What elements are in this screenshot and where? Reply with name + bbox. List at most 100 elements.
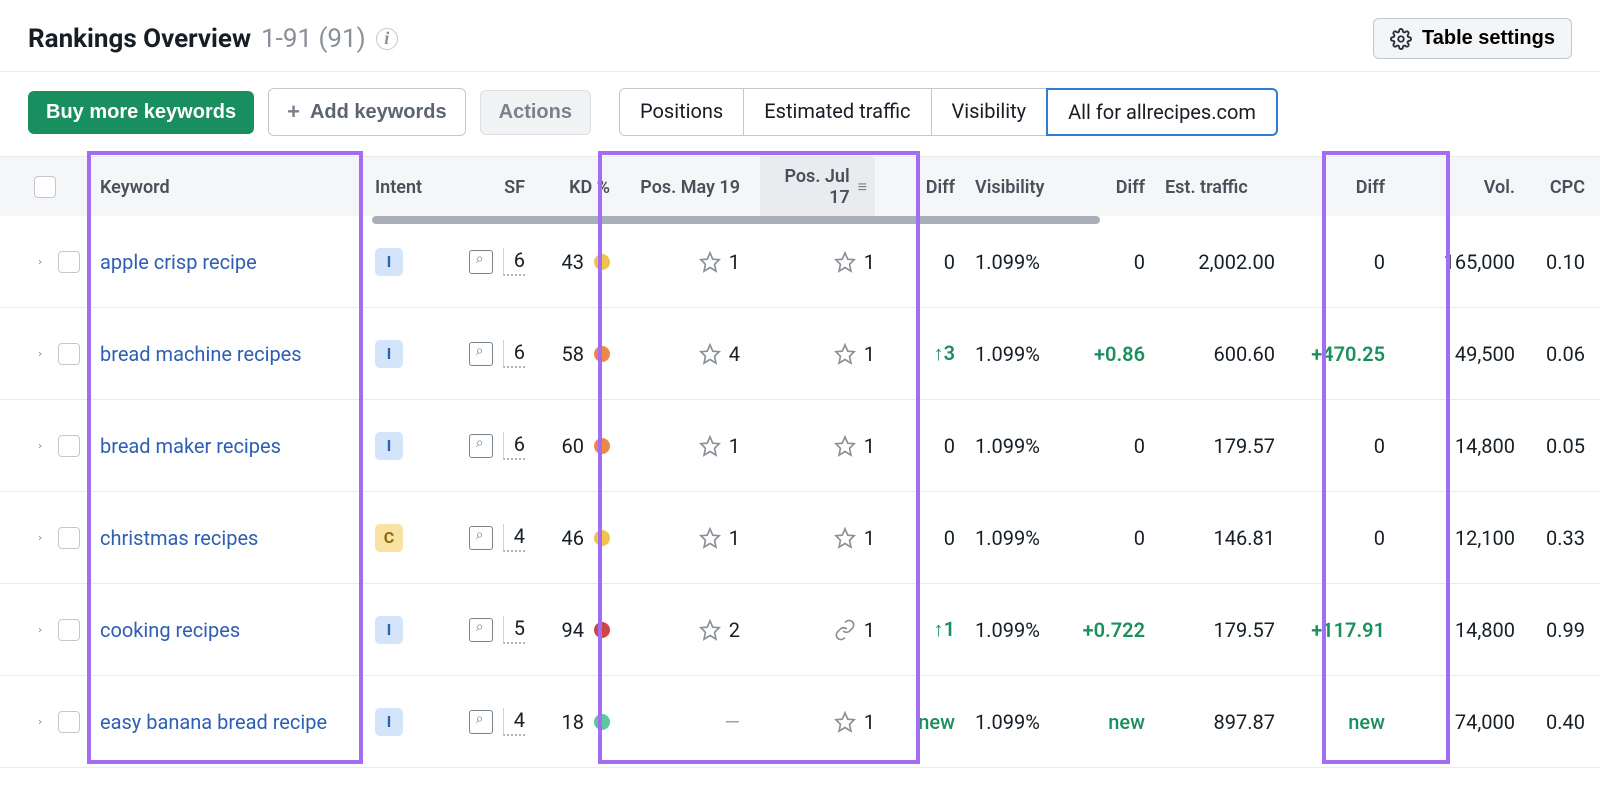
visibility-value: 1.099%	[965, 618, 1065, 642]
keyword-link[interactable]: bread maker recipes	[100, 434, 281, 458]
chevron-right-icon[interactable]	[36, 347, 44, 361]
table-row: christmas recipes C 4 46 1 1 0 1.099% 0 …	[0, 492, 1600, 584]
chevron-right-icon[interactable]	[36, 531, 44, 545]
chevron-right-icon[interactable]	[36, 255, 44, 269]
chevron-right-icon[interactable]	[36, 623, 44, 637]
col-visibility[interactable]: Visibility	[965, 157, 1065, 217]
kd-dot-icon	[594, 254, 610, 270]
chevron-right-icon[interactable]	[36, 439, 44, 453]
position-jul17: 1	[750, 526, 885, 550]
table-row: bread machine recipes I 6 58 4 1 ↑3 1.09…	[0, 308, 1600, 400]
keyword-link[interactable]: bread machine recipes	[100, 342, 302, 366]
col-kd[interactable]: KD %	[535, 157, 620, 217]
kd-dot-icon	[594, 622, 610, 638]
col-intent[interactable]: Intent	[365, 157, 435, 217]
kd-dot-icon	[594, 438, 610, 454]
col-diff-pos[interactable]: Diff	[885, 157, 965, 217]
diff-visibility: 0	[1134, 250, 1145, 274]
info-icon[interactable]: i	[376, 28, 398, 50]
kd-value: 58	[562, 342, 584, 366]
kd-value: 46	[562, 526, 584, 550]
diff-visibility: +0.722	[1083, 618, 1145, 642]
intent-badge: I	[375, 708, 403, 736]
position-may19: 2	[620, 618, 750, 642]
cpc-value: 0.06	[1525, 342, 1595, 366]
position-may19: 1	[620, 250, 750, 274]
row-checkbox[interactable]	[58, 527, 80, 549]
position-jul17: 1	[750, 250, 885, 274]
volume-value: 165,000	[1395, 250, 1525, 274]
tab-positions[interactable]: Positions	[619, 88, 744, 136]
cpc-value: 0.05	[1525, 434, 1595, 458]
horizontal-scrollbar[interactable]	[372, 216, 1100, 224]
col-pos-jul17[interactable]: Pos. Jul 17≡	[750, 157, 885, 217]
intent-badge: I	[375, 616, 403, 644]
row-checkbox[interactable]	[58, 343, 80, 365]
intent-badge: I	[375, 340, 403, 368]
col-diff-est[interactable]: Diff	[1285, 157, 1395, 217]
volume-value: 74,000	[1395, 710, 1525, 734]
est-traffic-value: 2,002.00	[1155, 250, 1285, 274]
row-checkbox[interactable]	[58, 619, 80, 641]
row-checkbox[interactable]	[58, 251, 80, 273]
serp-features-icon[interactable]	[469, 342, 493, 366]
row-checkbox[interactable]	[58, 435, 80, 457]
serp-features-icon[interactable]	[469, 250, 493, 274]
diff-visibility: +0.86	[1094, 342, 1145, 366]
kd-value: 94	[562, 618, 584, 642]
keyword-link[interactable]: apple crisp recipe	[100, 250, 257, 274]
diff-visibility: new	[1108, 710, 1145, 734]
serp-features-icon[interactable]	[469, 434, 493, 458]
add-keywords-button[interactable]: +Add keywords	[268, 88, 466, 136]
tab-estimated-traffic[interactable]: Estimated traffic	[743, 88, 931, 136]
sf-count: 6	[503, 340, 525, 368]
visibility-value: 1.099%	[965, 710, 1065, 734]
buy-more-keywords-button[interactable]: Buy more keywords	[28, 91, 254, 134]
visibility-value: 1.099%	[965, 434, 1065, 458]
est-traffic-value: 897.87	[1155, 710, 1285, 734]
select-all-checkbox[interactable]	[34, 176, 56, 198]
position-may19: 1	[620, 434, 750, 458]
col-cpc[interactable]: CPC	[1525, 157, 1595, 217]
diff-position: 0	[944, 526, 955, 550]
est-traffic-value: 146.81	[1155, 526, 1285, 550]
col-sf[interactable]: SF	[435, 157, 535, 217]
keyword-link[interactable]: cooking recipes	[100, 618, 240, 642]
sf-count: 5	[503, 616, 525, 644]
volume-value: 49,500	[1395, 342, 1525, 366]
table-row: cooking recipes I 5 94 2 1 ↑1 1.099% +0.…	[0, 584, 1600, 676]
cpc-value: 0.33	[1525, 526, 1595, 550]
keyword-link[interactable]: easy banana bread recipe	[100, 710, 327, 734]
cpc-value: 0.10	[1525, 250, 1595, 274]
kd-dot-icon	[594, 346, 610, 362]
col-volume[interactable]: Vol.	[1395, 157, 1525, 217]
col-est-traffic[interactable]: Est. traffic	[1155, 157, 1285, 217]
sort-desc-icon: ≡	[858, 177, 867, 197]
col-url[interactable]: URL	[1595, 157, 1600, 217]
diff-position: new	[918, 710, 955, 734]
serp-features-icon[interactable]	[469, 526, 493, 550]
serp-features-icon[interactable]	[469, 618, 493, 642]
position-may19: 1	[620, 526, 750, 550]
keyword-link[interactable]: christmas recipes	[100, 526, 258, 550]
position-may19: —	[620, 710, 750, 734]
visibility-value: 1.099%	[965, 250, 1065, 274]
chevron-right-icon[interactable]	[36, 715, 44, 729]
position-jul17: 1	[750, 710, 885, 734]
visibility-value: 1.099%	[965, 526, 1065, 550]
intent-badge: I	[375, 248, 403, 276]
diff-est-traffic: +470.25	[1311, 342, 1385, 366]
table-row: bread maker recipes I 6 60 1 1 0 1.099% …	[0, 400, 1600, 492]
actions-button[interactable]: Actions	[480, 90, 591, 135]
table-settings-button[interactable]: Table settings	[1373, 18, 1572, 59]
tab-all[interactable]: All for allrecipes.com	[1046, 88, 1278, 136]
table-row: easy banana bread recipe I 4 18 — 1 new …	[0, 676, 1600, 768]
col-keyword[interactable]: Keyword	[90, 157, 365, 217]
row-checkbox[interactable]	[58, 711, 80, 733]
tab-visibility[interactable]: Visibility	[931, 88, 1048, 136]
col-pos-may19[interactable]: Pos. May 19	[620, 157, 750, 217]
sf-count: 4	[503, 708, 525, 736]
col-diff-vis[interactable]: Diff	[1065, 157, 1155, 217]
cpc-value: 0.40	[1525, 710, 1595, 734]
serp-features-icon[interactable]	[469, 710, 493, 734]
